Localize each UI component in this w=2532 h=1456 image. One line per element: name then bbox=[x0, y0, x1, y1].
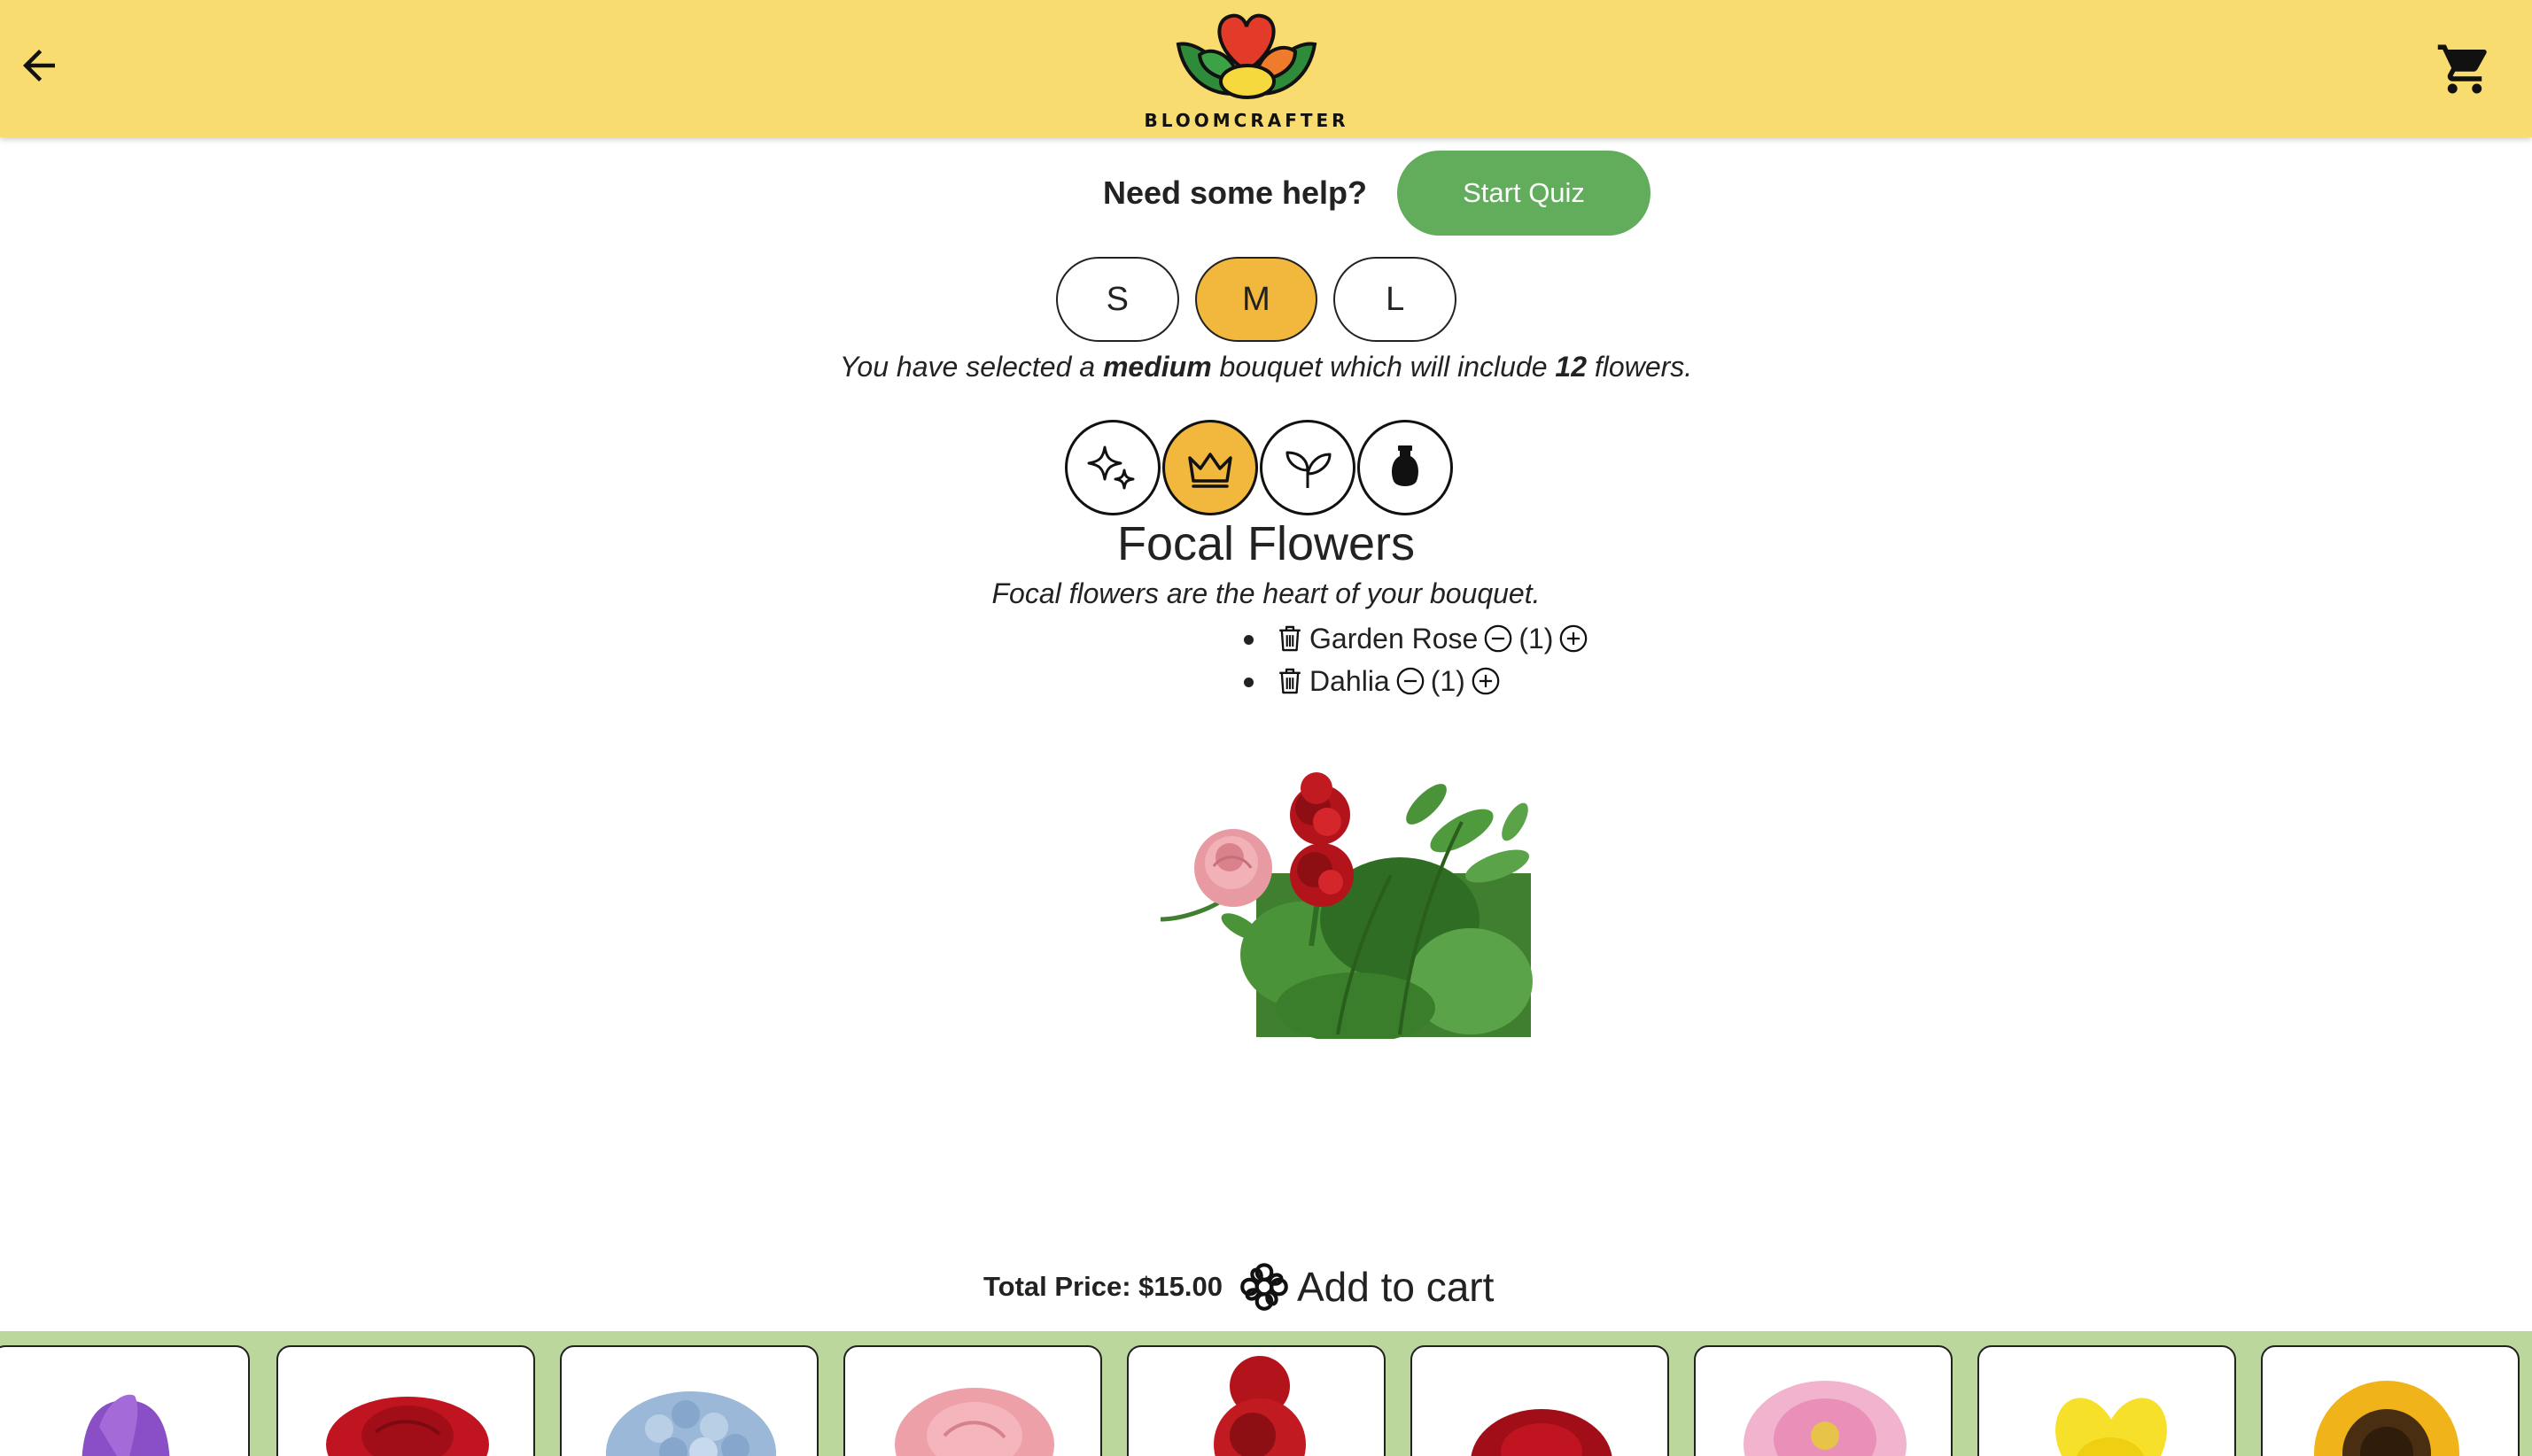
size-selector: S M L bbox=[1056, 257, 1457, 342]
help-row: Need some help? Start Quiz bbox=[0, 151, 2532, 236]
flower-quantity: (1) bbox=[1518, 622, 1554, 654]
cart-button[interactable] bbox=[2431, 35, 2498, 103]
summary-size: medium bbox=[1102, 351, 1212, 383]
add-to-cart-button[interactable]: Add to cart bbox=[1235, 1258, 1494, 1316]
category-selector bbox=[1065, 420, 1453, 515]
flower-name: Dahlia bbox=[1309, 664, 1390, 697]
sunflower-image bbox=[2314, 1381, 2459, 1456]
bloomcrafter-logo[interactable]: BLOOMCRAFTER bbox=[1144, 9, 1346, 135]
list-item: Garden Rose (1) bbox=[1244, 617, 1588, 660]
flower-card-pink-dahlia[interactable] bbox=[1694, 1345, 1953, 1456]
summary-count: 12 bbox=[1555, 351, 1588, 383]
summary-prefix: You have selected a bbox=[839, 351, 1103, 383]
pink-dahlia-image bbox=[1744, 1381, 1907, 1456]
size-small-button[interactable]: S bbox=[1056, 257, 1179, 342]
total-price: Total Price: $15.00 bbox=[983, 1271, 1223, 1302]
category-filler-button[interactable] bbox=[1065, 420, 1161, 515]
summary-suffix: flowers. bbox=[1587, 351, 1693, 383]
carnation-image bbox=[1471, 1409, 1612, 1456]
sprout-icon bbox=[1285, 451, 1332, 488]
logo-wordmark: BLOOMCRAFTER bbox=[1144, 110, 1349, 131]
arrow-left-icon bbox=[23, 50, 55, 81]
minus-circle-icon[interactable] bbox=[1483, 623, 1513, 654]
flower-card-red-rose[interactable] bbox=[276, 1345, 535, 1456]
checkout-row: Total Price: $15.00 Add to cart bbox=[983, 1252, 1494, 1321]
list-bullet bbox=[1244, 678, 1254, 687]
add-to-cart-label: Add to cart bbox=[1296, 1264, 1495, 1310]
crown-icon bbox=[1188, 453, 1232, 488]
hydrangea-image bbox=[606, 1391, 776, 1456]
category-greenery-button[interactable] bbox=[1260, 420, 1355, 515]
flower-card-dahlia[interactable] bbox=[1127, 1345, 1386, 1456]
back-button[interactable] bbox=[11, 37, 67, 94]
flower-quantity: (1) bbox=[1430, 664, 1465, 697]
flower-card-garden-rose[interactable] bbox=[843, 1345, 1102, 1456]
dahlia-thumb-image bbox=[1214, 1356, 1306, 1456]
category-vase-button[interactable] bbox=[1357, 420, 1453, 515]
category-focal-button[interactable] bbox=[1162, 420, 1258, 515]
tulip-image bbox=[82, 1394, 170, 1456]
category-description: Focal flowers are the heart of your bouq… bbox=[991, 577, 1541, 609]
selected-flowers-list: Garden Rose (1) Dahlia (1) bbox=[1244, 617, 1588, 702]
flower-card-daffodil[interactable] bbox=[1977, 1345, 2236, 1456]
flower-name: Garden Rose bbox=[1309, 622, 1479, 654]
minus-circle-icon[interactable] bbox=[1395, 666, 1425, 696]
vase-icon bbox=[1392, 445, 1418, 486]
flower-logo-icon bbox=[1176, 13, 1317, 99]
garden-rose-thumb-image bbox=[895, 1388, 1054, 1456]
list-item: Dahlia (1) bbox=[1244, 660, 1588, 702]
size-medium-button[interactable]: M bbox=[1194, 257, 1318, 342]
plus-circle-icon[interactable] bbox=[1471, 666, 1501, 696]
top-bar: BLOOMCRAFTER bbox=[0, 0, 2532, 137]
flower-card-sunflower[interactable] bbox=[2261, 1345, 2520, 1456]
start-quiz-button[interactable]: Start Quiz bbox=[1397, 151, 1651, 236]
size-summary: You have selected a medium bouquet which… bbox=[0, 351, 2532, 383]
flower-card-hydrangea[interactable] bbox=[560, 1345, 819, 1456]
garden-rose-image bbox=[1161, 829, 1272, 940]
size-large-button[interactable]: L bbox=[1333, 257, 1457, 342]
greenery-image bbox=[1240, 784, 1533, 1039]
daffodil-image bbox=[2055, 1398, 2167, 1456]
category-title: Focal Flowers bbox=[1116, 517, 1416, 570]
trash-icon[interactable] bbox=[1276, 666, 1304, 696]
summary-middle: bouquet which will include bbox=[1211, 351, 1556, 383]
bouquet-preview bbox=[1161, 772, 1533, 1039]
plus-circle-icon[interactable] bbox=[1558, 623, 1588, 654]
flower-card-tulip[interactable] bbox=[0, 1345, 250, 1456]
bouquet-builder-page: BLOOMCRAFTER Need some help? Start Quiz … bbox=[0, 0, 2532, 1456]
flower-carousel bbox=[0, 1331, 2532, 1456]
shopping-cart-icon bbox=[2437, 44, 2487, 94]
flower-card-carnation[interactable] bbox=[1410, 1345, 1669, 1456]
help-prompt: Need some help? bbox=[1102, 174, 1368, 211]
trash-icon[interactable] bbox=[1276, 623, 1304, 654]
red-rose-image bbox=[326, 1397, 489, 1456]
sparkles-icon bbox=[1087, 445, 1135, 490]
list-bullet bbox=[1244, 635, 1254, 645]
flower-outline-icon bbox=[1240, 1263, 1288, 1311]
